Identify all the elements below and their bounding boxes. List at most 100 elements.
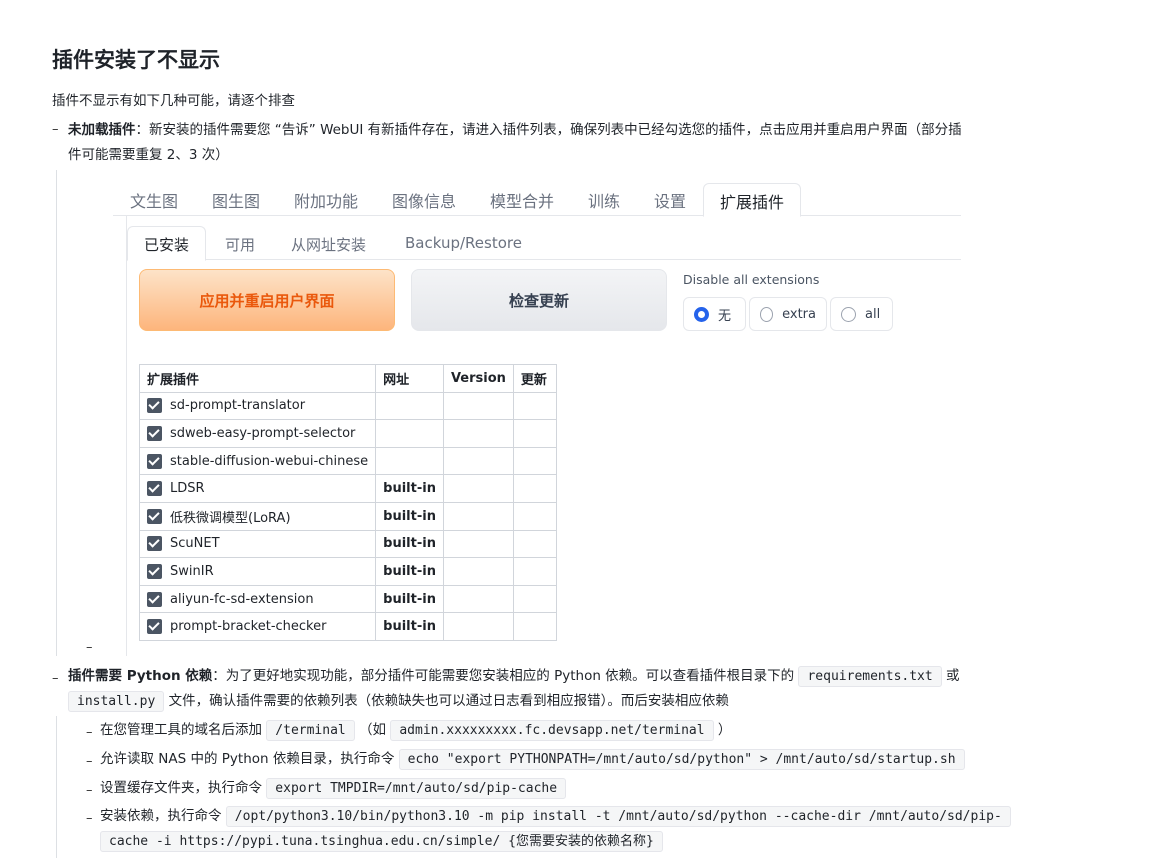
- tab-txt2img[interactable]: 文生图: [130, 188, 178, 212]
- tab-backup-restore[interactable]: Backup/Restore: [405, 234, 522, 252]
- item-text: 或: [946, 668, 960, 684]
- extension-checkbox[interactable]: [147, 481, 162, 497]
- table-row: 低秩微调模型(LoRA) built-in: [138, 501, 557, 531]
- tab-img2img[interactable]: 图生图: [212, 188, 260, 212]
- table-row: aliyun-fc-sd-extension built-in: [138, 584, 557, 614]
- intro-text: 插件不显示有如下几种可能，请逐个排查: [52, 93, 295, 109]
- radio-checked-icon: [694, 306, 709, 322]
- tab-train[interactable]: 训练: [588, 188, 620, 212]
- header-url: 网址: [375, 364, 444, 393]
- extension-name-cell: ScuNET: [138, 529, 377, 559]
- table-row: prompt-bracket-checker built-in: [138, 612, 557, 641]
- extension-version-cell: [442, 391, 514, 421]
- code-terminal-url: admin.xxxxxxxxx.fc.devsapp.net/terminal: [390, 720, 714, 741]
- tab-installed[interactable]: 已安装: [127, 226, 207, 261]
- extension-update-cell: [512, 584, 557, 614]
- extension-version-cell: [442, 501, 514, 531]
- extension-name-cell: LDSR: [138, 474, 377, 503]
- extension-update-cell: [512, 474, 557, 503]
- check-updates-button[interactable]: 检查更新: [411, 269, 667, 331]
- sub-item-cache-dir: 设置缓存文件夹，执行命令 export TMPDIR=/mnt/auto/sd/…: [100, 776, 1040, 801]
- sub-item-text: 允许读取 NAS 中的 Python 依赖目录，执行命令: [100, 751, 395, 767]
- sub-item-text: （如: [359, 722, 387, 738]
- table-row: stable-diffusion-webui-chinese: [138, 446, 557, 476]
- extension-version-cell: [442, 529, 514, 559]
- header-update: 更新: [512, 364, 557, 393]
- tab-png-info[interactable]: 图像信息: [392, 188, 456, 212]
- tab-extras[interactable]: 附加功能: [294, 188, 358, 212]
- extension-name-cell: stable-diffusion-webui-chinese: [138, 446, 377, 476]
- extension-checkbox[interactable]: [147, 591, 162, 607]
- table-row: SwinIR built-in: [138, 557, 557, 586]
- item-text: 件可能需要重复 2、3 次）: [68, 147, 229, 163]
- item-title: 插件需要 Python 依赖: [68, 668, 213, 684]
- extension-name-cell: aliyun-fc-sd-extension: [138, 584, 377, 614]
- sub-item-pythonpath: 允许读取 NAS 中的 Python 依赖目录，执行命令 echo "expor…: [100, 747, 1040, 772]
- extension-name-cell: sdweb-easy-prompt-selector: [138, 419, 377, 448]
- apply-and-restart-button[interactable]: 应用并重启用户界面: [139, 269, 395, 331]
- extension-url-cell: built-in: [375, 474, 444, 503]
- sub-item-terminal: 在您管理工具的域名后添加 /terminal （如 admin.xxxxxxxx…: [100, 718, 1040, 743]
- radio-label-text: all: [865, 306, 881, 322]
- radio-label-text: extra: [782, 306, 816, 322]
- extension-checkbox[interactable]: [147, 453, 162, 469]
- item-text: ：新安装的插件需要您 “告诉” WebUI 有新插件存在，请进入插件列表，确保列…: [135, 122, 962, 138]
- extensions-panel: 已安装 可用 从网址安装 Backup/Restore 应用并重启用户界面 检查…: [126, 216, 961, 656]
- item-title: 未加载插件: [68, 122, 136, 138]
- extension-name-cell: prompt-bracket-checker: [138, 612, 377, 641]
- code-tmpdir: export TMPDIR=/mnt/auto/sd/pip-cache: [266, 778, 567, 799]
- radio-all[interactable]: all: [830, 297, 893, 331]
- sub-item-text: 在您管理工具的域名后添加: [100, 722, 262, 738]
- extension-checkbox[interactable]: [147, 425, 162, 441]
- list-bullet: –: [86, 725, 93, 740]
- extension-name: 低秩微调模型(LoRA): [170, 510, 291, 526]
- item-text: 文件，确认插件需要的依赖列表（依赖缺失也可以通过日志看到相应报错）。而后安装相应…: [168, 693, 729, 709]
- extension-url-cell: built-in: [375, 612, 444, 641]
- radio-extra[interactable]: extra: [749, 297, 827, 331]
- extension-update-cell: [512, 391, 557, 421]
- extension-name: aliyun-fc-sd-extension: [170, 591, 314, 607]
- extensions-table: 扩展插件 网址 Version 更新 sd-prompt-translator s…: [138, 364, 557, 641]
- radio-unchecked-icon: [760, 306, 774, 322]
- header-extension: 扩展插件: [138, 364, 377, 393]
- extension-update-cell: [512, 446, 557, 476]
- tab-available[interactable]: 可用: [225, 234, 255, 255]
- extension-url-cell: [375, 446, 444, 476]
- radio-none[interactable]: 无: [683, 297, 746, 331]
- extension-version-cell: [442, 612, 514, 641]
- extension-url-cell: built-in: [375, 557, 444, 586]
- extension-version-cell: [442, 446, 514, 476]
- code-requirements: requirements.txt: [798, 666, 942, 687]
- list-bullet: –: [86, 783, 93, 798]
- sub-item-install-deps: 安装依赖，执行命令 /opt/python3.10/bin/python3.10…: [100, 804, 1040, 854]
- extension-url-cell: built-in: [375, 501, 444, 531]
- extension-url-cell: built-in: [375, 584, 444, 614]
- extension-version-cell: [442, 474, 514, 503]
- extension-name: LDSR: [170, 481, 205, 497]
- extension-name: prompt-bracket-checker: [170, 619, 327, 635]
- extension-name-cell: SwinIR: [138, 557, 377, 586]
- list-bullet: –: [52, 671, 59, 686]
- extension-checkbox[interactable]: [147, 398, 162, 414]
- tab-settings[interactable]: 设置: [654, 188, 686, 212]
- extension-checkbox[interactable]: [147, 563, 162, 579]
- table-row: sdweb-easy-prompt-selector: [138, 419, 557, 448]
- radio-unchecked-icon: [841, 306, 856, 322]
- sub-item-text: 设置缓存文件夹，执行命令: [100, 780, 262, 796]
- extension-name: stable-diffusion-webui-chinese: [170, 453, 369, 469]
- tab-install-from-url[interactable]: 从网址安装: [291, 234, 366, 255]
- extension-url-cell: [375, 419, 444, 448]
- extensions-table-body: sd-prompt-translator sdweb-easy-prompt-se…: [138, 391, 557, 641]
- sub-item-text: 安装依赖，执行命令: [100, 808, 222, 824]
- tab-model-merge[interactable]: 模型合并: [490, 188, 554, 212]
- extension-name: sd-prompt-translator: [170, 398, 306, 414]
- quote-line: [56, 716, 57, 858]
- extension-checkbox[interactable]: [147, 619, 162, 635]
- extension-checkbox[interactable]: [147, 536, 162, 552]
- extension-name: ScuNET: [170, 536, 220, 552]
- list-bullet: –: [86, 640, 93, 655]
- tab-extensions[interactable]: 扩展插件: [703, 183, 802, 217]
- code-pythonpath: echo "export PYTHONPATH=/mnt/auto/sd/pyt…: [398, 749, 965, 770]
- extension-checkbox[interactable]: [147, 508, 162, 524]
- extension-update-cell: [512, 419, 557, 448]
